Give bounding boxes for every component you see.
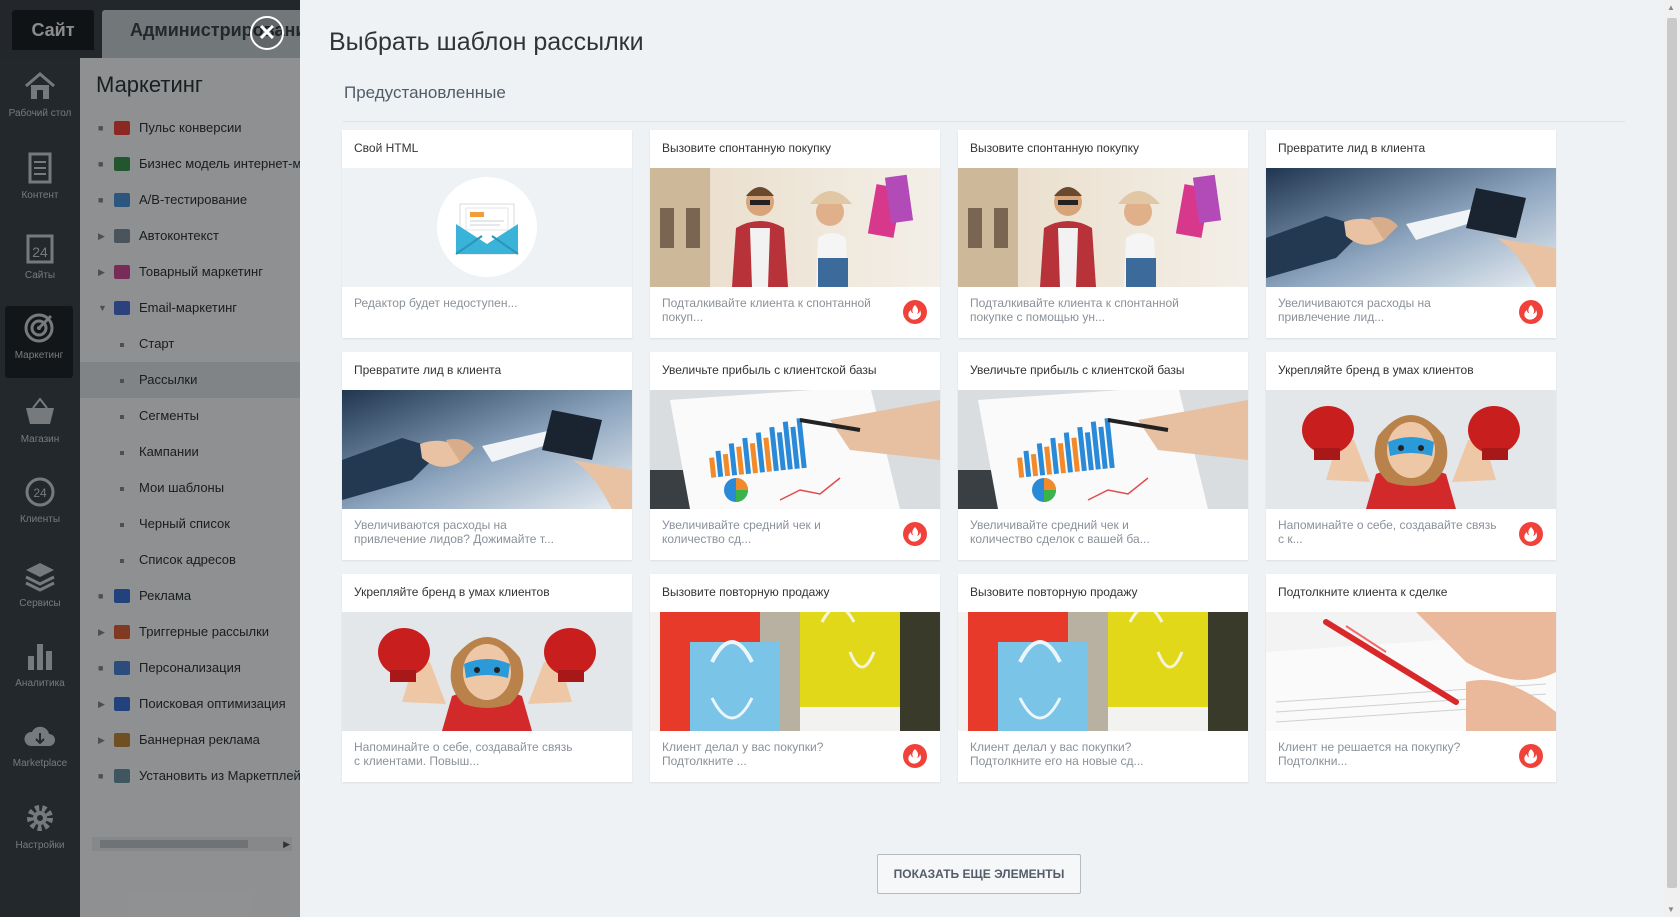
template-card[interactable]: Вызовите повторную продажу Клиент делал у… bbox=[958, 574, 1248, 782]
template-card-title: Подтолкните клиента к сделке bbox=[1278, 585, 1448, 599]
template-card[interactable]: Вызовите спонтанную покупку Подталкивайте… bbox=[958, 130, 1248, 338]
template-card-description: Увеличиваются расходы на привлечение лид… bbox=[354, 518, 554, 546]
template-preview-image bbox=[342, 390, 632, 509]
template-card-description: Увеличивайте средний чек и количество сд… bbox=[970, 518, 1150, 546]
template-preview-image bbox=[1266, 168, 1556, 287]
dim-overlay[interactable] bbox=[0, 0, 300, 917]
template-card[interactable]: Укрепляйте бренд в умах клиентов Напомина… bbox=[1266, 352, 1556, 560]
template-card[interactable]: Превратите лид в клиента Увеличиваются ра… bbox=[342, 352, 632, 560]
template-card-title: Превратите лид в клиента bbox=[1278, 141, 1426, 155]
template-card-description: Подталкивайте клиента к спонтанной покуп… bbox=[970, 296, 1179, 324]
template-card[interactable]: Вызовите повторную продажу Клиент делал у… bbox=[650, 574, 940, 782]
template-card-description: Увеличивайте средний чек и количество сд… bbox=[662, 518, 821, 546]
template-card-title: Вызовите повторную продажу bbox=[662, 585, 830, 599]
template-card[interactable]: Увеличьте прибыль с клиентской базы Увели… bbox=[958, 352, 1248, 560]
template-card-description: Клиент делал у вас покупки? Подтолкните … bbox=[662, 740, 824, 768]
template-card[interactable]: Превратите лид в клиента Увеличиваются ра… bbox=[1266, 130, 1556, 338]
template-card[interactable]: Укрепляйте бренд в умах клиентов Напомина… bbox=[342, 574, 632, 782]
template-card-description: Увеличиваются расходы на привлечение лид… bbox=[1278, 296, 1431, 324]
close-button[interactable]: ✕ bbox=[250, 16, 284, 50]
template-card-title: Вызовите спонтанную покупку bbox=[970, 141, 1139, 155]
template-card[interactable]: Подтолкните клиента к сделке Клиент не ре… bbox=[1266, 574, 1556, 782]
template-card-title: Укрепляйте бренд в умах клиентов bbox=[354, 585, 550, 599]
template-preview-image bbox=[650, 390, 940, 509]
flame-icon bbox=[903, 744, 927, 768]
show-more-button[interactable]: ПОКАЗАТЬ ЕЩЕ ЭЛЕМЕНТЫ bbox=[877, 854, 1081, 894]
template-preview-image bbox=[1266, 612, 1556, 731]
template-card-title: Увеличьте прибыль с клиентской базы bbox=[662, 363, 877, 377]
template-preview-image bbox=[650, 168, 940, 287]
flame-icon bbox=[1519, 744, 1543, 768]
template-card-title: Увеличьте прибыль с клиентской базы bbox=[970, 363, 1185, 377]
template-preview-image bbox=[958, 168, 1248, 287]
template-card[interactable]: Вызовите спонтанную покупку Подталкивайте… bbox=[650, 130, 940, 338]
template-card-description: Клиент делал у вас покупки? Подтолкните … bbox=[970, 740, 1144, 768]
template-card-title: Вызовите спонтанную покупку bbox=[662, 141, 831, 155]
template-card-title: Свой HTML bbox=[354, 141, 419, 155]
template-preview-image bbox=[958, 612, 1248, 731]
template-card[interactable]: Свой HTML Редактор будет недоступен... bbox=[342, 130, 632, 338]
template-preview-image bbox=[342, 168, 632, 287]
page-scrollbar[interactable]: ▲ ▼ bbox=[1664, 0, 1680, 917]
template-card-title: Превратите лид в клиента bbox=[354, 363, 502, 377]
template-picker-panel: ✕ Выбрать шаблон рассылки Предустановлен… bbox=[250, 0, 1664, 917]
flame-icon bbox=[1519, 300, 1543, 324]
template-card-description: Напоминайте о себе, создавайте связь с к… bbox=[1278, 518, 1497, 546]
template-preview-image bbox=[1266, 390, 1556, 509]
flame-icon bbox=[1519, 522, 1543, 546]
section-title: Предустановленные bbox=[344, 83, 506, 102]
template-preview-image bbox=[342, 612, 632, 731]
admin-background: Сайт Администрирование Рабочий стол Конте… bbox=[0, 0, 300, 917]
template-card-description: Редактор будет недоступен... bbox=[354, 296, 518, 310]
template-card[interactable]: Увеличьте прибыль с клиентской базы Увели… bbox=[650, 352, 940, 560]
template-preview-image bbox=[958, 390, 1248, 509]
section-divider bbox=[343, 121, 1625, 122]
template-card-description: Клиент не решается на покупку? Подтолкни… bbox=[1278, 740, 1461, 768]
flame-icon bbox=[903, 522, 927, 546]
template-card-description: Напоминайте о себе, создавайте связь с к… bbox=[354, 740, 573, 768]
template-preview-image bbox=[650, 612, 940, 731]
template-card-title: Укрепляйте бренд в умах клиентов bbox=[1278, 363, 1474, 377]
template-card-description: Подталкивайте клиента к спонтанной покуп… bbox=[662, 296, 871, 324]
template-card-title: Вызовите повторную продажу bbox=[970, 585, 1138, 599]
flame-icon bbox=[903, 300, 927, 324]
page-title: Выбрать шаблон рассылки bbox=[329, 28, 644, 56]
